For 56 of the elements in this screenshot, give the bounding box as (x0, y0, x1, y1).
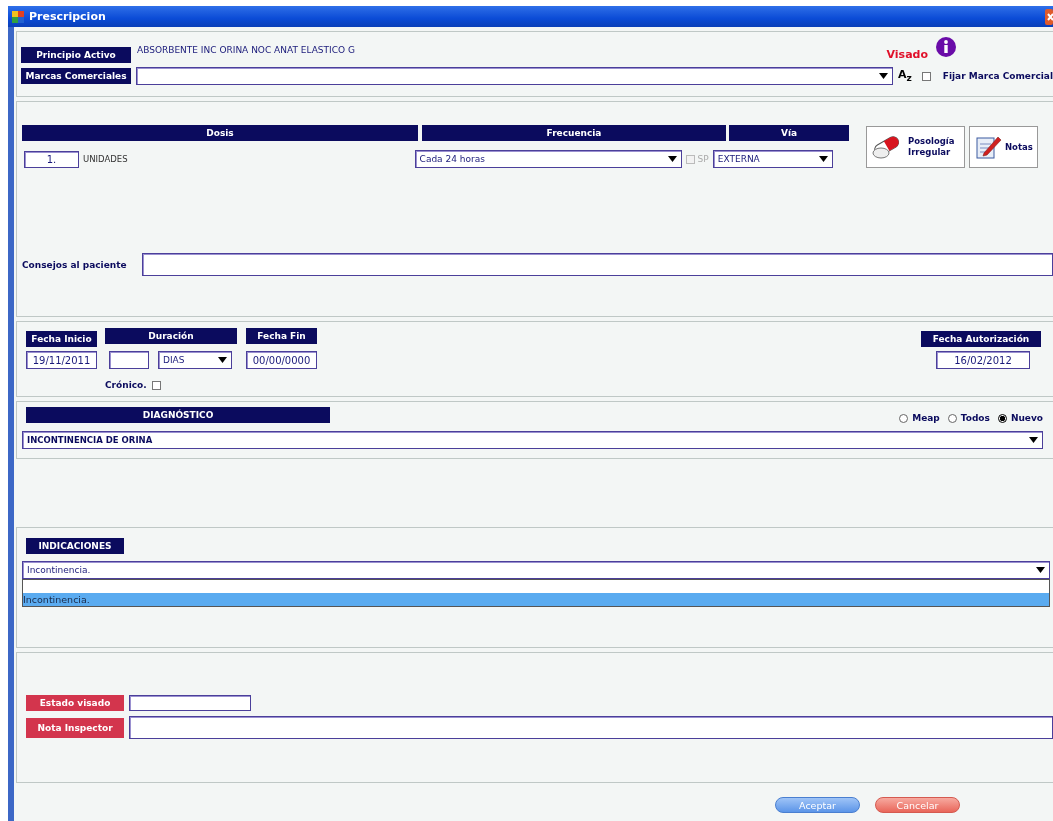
close-icon[interactable] (1045, 8, 1053, 25)
field-label: INDICACIONES (26, 538, 124, 554)
input-field[interactable]: 19/11/2011 (26, 351, 97, 369)
unit-label: UNIDADES (83, 154, 128, 164)
checkbox-label: Fijar Marca Comercial (942, 71, 1053, 81)
checkbox[interactable] (921, 71, 931, 81)
visado-label: Visado (886, 47, 928, 61)
info-icon[interactable] (936, 37, 956, 57)
toolbar-button[interactable]: Notas (969, 126, 1038, 168)
input-field[interactable]: 00/00/0000 (246, 351, 317, 369)
checkbox-label: SP (697, 154, 709, 164)
radio-button[interactable] (947, 413, 957, 423)
field-label: Vía (729, 125, 849, 141)
status-field[interactable] (129, 695, 251, 711)
radio-button[interactable] (997, 413, 1007, 423)
field-label: Principio Activo (21, 47, 131, 63)
field-label: Fecha Autorización (921, 331, 1041, 347)
field-label: Fecha Inicio (26, 331, 97, 347)
frequency-dropdown[interactable]: Cada 24 horas (414, 150, 682, 168)
route-dropdown[interactable]: EXTERNA (712, 150, 833, 168)
note-field[interactable] (129, 716, 1053, 739)
field-label: Marcas Comerciales (21, 68, 131, 84)
field-label: Estado visado (26, 695, 124, 711)
indication-dropdown[interactable]: Incontinencia. (22, 561, 1050, 579)
active-ingredient-value: ABSORBENTE INC ORINA NOC ANAT ELASTICO G (137, 45, 355, 55)
input-field[interactable]: 16/02/2012 (936, 351, 1030, 369)
field-label: Dosis (22, 125, 418, 141)
sort-icon[interactable]: A$_{z}$ (898, 68, 912, 84)
radio-label: Todos (960, 413, 990, 423)
dropdown-arrow-icon[interactable] (879, 73, 888, 79)
field-label: Fecha Fin (246, 328, 317, 344)
field-label: DIAGNÓSTICO (26, 407, 330, 423)
field-label: Duración (105, 328, 237, 344)
duration-field[interactable] (109, 351, 149, 369)
field-label: Consejos al paciente (22, 259, 128, 270)
dropdown-arrow-icon[interactable] (818, 156, 828, 162)
checkbox-label: Crónico. (105, 380, 147, 390)
app-icon (11, 9, 25, 24)
dropdown-arrow-icon[interactable] (667, 156, 677, 162)
brand-dropdown[interactable] (136, 67, 893, 85)
dropdown-arrow-icon[interactable] (1029, 437, 1038, 443)
checkbox[interactable] (151, 380, 161, 390)
diagnosis-dropdown[interactable]: INCONTINENCIA DE ORINA (22, 431, 1043, 449)
dropdown-arrow-icon[interactable] (1036, 567, 1045, 573)
list-item[interactable]: Incontinencia. (23, 593, 1049, 606)
field-label: Frecuencia (422, 125, 726, 141)
radio-label: Nuevo (1010, 413, 1043, 423)
advice-field[interactable] (142, 253, 1053, 276)
dropdown-arrow-icon[interactable] (218, 357, 227, 363)
radio-label: Meap (912, 413, 940, 423)
input-field[interactable]: 1. (24, 150, 79, 168)
toolbar-button[interactable]: Posología Irregular (866, 126, 965, 168)
window-title: Prescripcion (29, 10, 106, 23)
field-label: Nota Inspector (26, 717, 124, 738)
radio-button[interactable] (899, 413, 909, 423)
unit-dropdown[interactable]: DIAS (158, 351, 232, 369)
